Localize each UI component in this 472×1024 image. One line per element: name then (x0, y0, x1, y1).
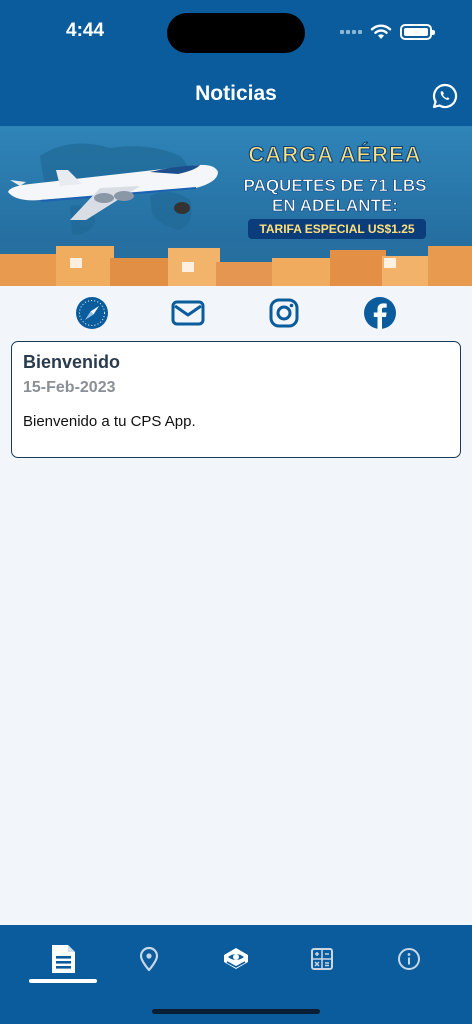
news-icon (52, 945, 75, 973)
news-date: 15-Feb-2023 (23, 379, 116, 396)
info-icon (398, 948, 420, 970)
dynamic-island (167, 13, 305, 53)
banner-heading: CARGA AÉREA (248, 142, 422, 168)
signal-icon (340, 30, 362, 34)
social-links (0, 286, 472, 340)
banner-subheading: PAQUETES DE 71 LBS EN ADELANTE: (228, 176, 442, 216)
news-body: Bienvenido a tu CPS App. (23, 413, 196, 430)
promo-banner[interactable]: CARGA AÉREA PAQUETES DE 71 LBS EN ADELAN… (0, 126, 472, 286)
header: 4:44 Noticias (0, 0, 472, 126)
home-indicator (152, 1009, 320, 1014)
whatsapp-icon[interactable] (431, 82, 459, 110)
battery-icon (400, 24, 435, 40)
active-tab-indicator (29, 979, 97, 983)
calculator-icon (311, 948, 333, 970)
tab-locations[interactable] (131, 941, 167, 977)
mail-icon[interactable] (170, 295, 206, 331)
news-card[interactable]: Bienvenido 15-Feb-2023 Bienvenido a tu C… (11, 341, 461, 458)
tab-info[interactable] (391, 941, 427, 977)
instagram-icon[interactable] (266, 295, 302, 331)
tab-news[interactable] (45, 941, 81, 977)
tab-home[interactable] (218, 941, 254, 977)
page-title: Noticias (195, 82, 277, 105)
status-time: 4:44 (66, 20, 105, 41)
tab-bar (0, 925, 472, 1024)
logo-icon (224, 948, 248, 969)
tab-calculator[interactable] (304, 941, 340, 977)
news-title: Bienvenido (23, 352, 121, 372)
wifi-icon (370, 24, 392, 39)
compass-icon[interactable] (74, 295, 110, 331)
status-indicators (340, 24, 435, 40)
banner-subheading-line1: PAQUETES DE 71 LBS (243, 176, 427, 196)
boxes-illustration (0, 246, 472, 286)
banner-rate-badge: TARIFA ESPECIAL US$1.25 (248, 219, 426, 239)
location-pin-icon (139, 946, 159, 972)
facebook-icon[interactable] (362, 295, 398, 331)
banner-subheading-line2: EN ADELANTE: (272, 196, 399, 216)
